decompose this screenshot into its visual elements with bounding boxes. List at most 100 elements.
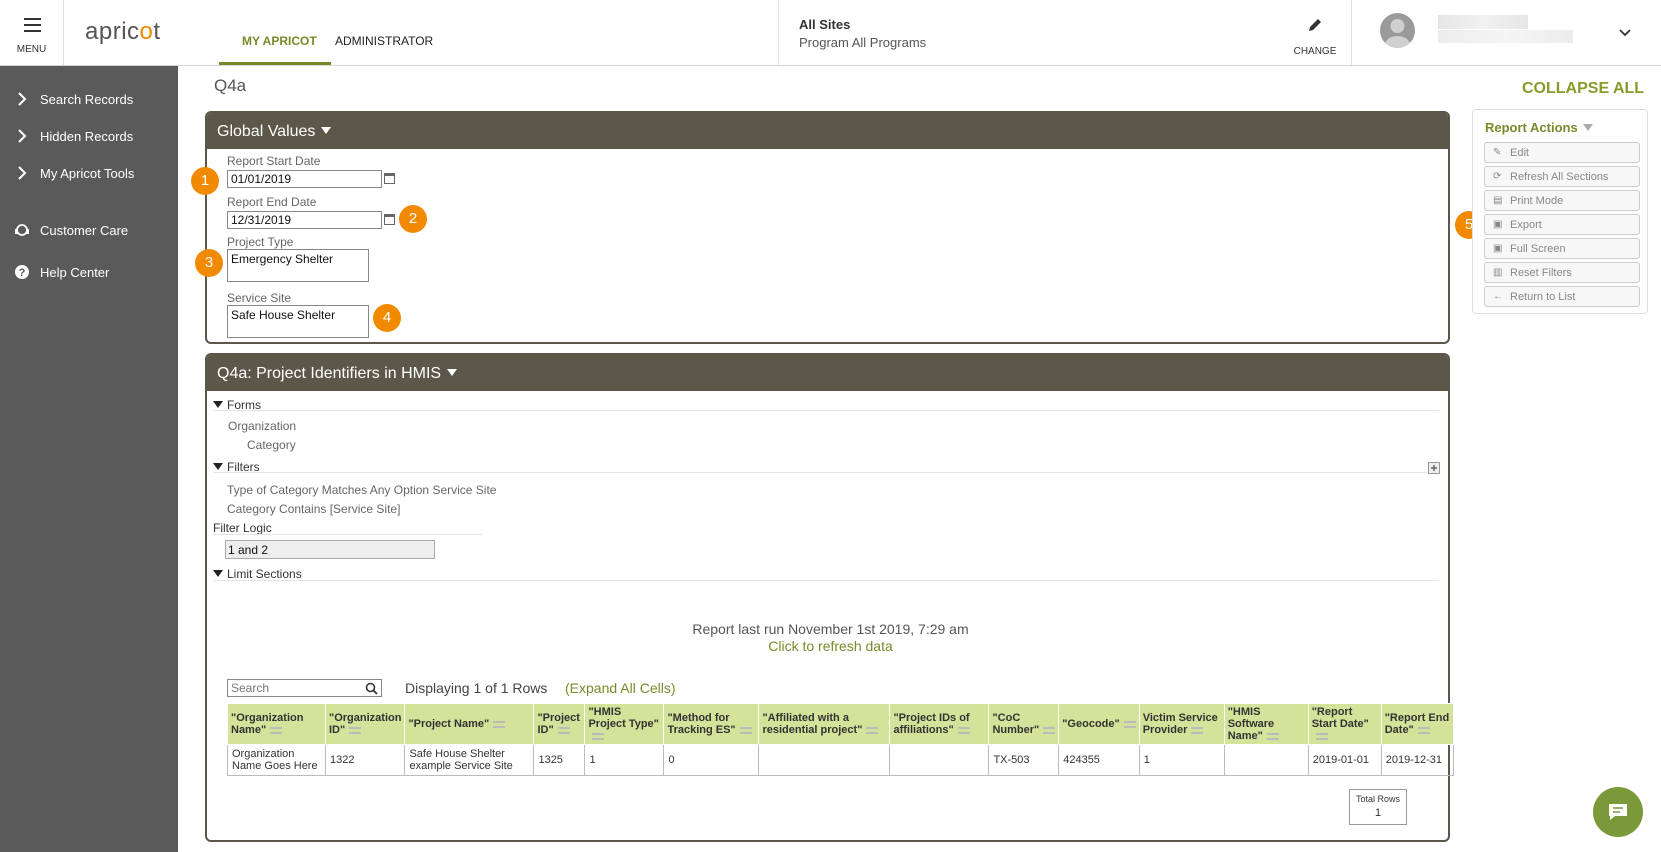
step-badge-1: 1	[191, 167, 219, 195]
step-badge-4: 4	[373, 304, 401, 332]
tab-my-apricot[interactable]: MY APRICOT	[242, 34, 317, 48]
back-arrow-icon: ←	[1493, 291, 1503, 302]
q4a-section-header[interactable]: Q4a: Project Identifiers in HMIS	[207, 355, 1448, 391]
column-header[interactable]: "Report End Date"	[1380, 703, 1454, 745]
column-header[interactable]: "Project ID"	[533, 703, 586, 745]
caret-down-icon	[321, 127, 332, 134]
forms-item-organization: Organization	[228, 419, 297, 433]
filter-logic-input[interactable]: 1 and 2	[225, 540, 435, 559]
site-program: Program All Programs	[799, 35, 927, 50]
avatar[interactable]	[1380, 13, 1415, 48]
sort-icon	[1043, 726, 1056, 734]
expand-all-cells-link[interactable]: (Expand All Cells)	[565, 680, 676, 696]
refresh-data-link[interactable]: Click to refresh data	[0, 638, 1661, 654]
column-header[interactable]: "Method for Tracking ES"	[663, 703, 760, 745]
chevron-down-icon[interactable]	[1618, 28, 1632, 38]
sort-icon	[1315, 732, 1328, 740]
calendar-icon[interactable]	[384, 214, 395, 225]
divider	[213, 472, 1439, 473]
user-name-redacted	[1438, 15, 1528, 29]
caret-down-icon	[213, 463, 223, 470]
page-title: Q4a	[214, 76, 247, 95]
menu-button[interactable]: MENU	[0, 0, 64, 66]
trash-icon: ▥	[1493, 267, 1503, 278]
report-last-run: Report last run November 1st 2019, 7:29 …	[692, 621, 969, 637]
search-icon[interactable]	[365, 682, 378, 695]
divider	[213, 580, 1439, 581]
table-cell	[889, 744, 990, 776]
full-screen-button[interactable]: ▣ Full Screen	[1484, 238, 1640, 259]
collapse-all-button[interactable]: COLLAPSE ALL	[1522, 80, 1644, 98]
refresh-icon: ⟳	[1493, 171, 1502, 182]
sort-icon	[592, 732, 605, 740]
table-cell: Safe House Shelter example Service Site	[404, 744, 535, 776]
global-values-header[interactable]: Global Values	[207, 113, 1448, 149]
table-header-row: "Organization Name" "Organization ID" "P…	[227, 703, 1454, 745]
table-cell: 1	[1138, 744, 1225, 776]
table-cell: Organization Name Goes Here	[227, 744, 326, 776]
hamburger-icon	[24, 18, 41, 32]
column-header[interactable]: "Project IDs of affiliations"	[889, 703, 990, 745]
project-type-label: Project Type	[227, 235, 294, 249]
edit-button[interactable]: ✎ Edit	[1484, 142, 1640, 163]
chevron-right-icon	[18, 166, 27, 180]
search-input[interactable]: Search	[227, 679, 382, 697]
column-header[interactable]: "Report Start Date"	[1307, 703, 1382, 745]
report-start-date-input[interactable]	[227, 170, 382, 188]
column-header[interactable]: "Affiliated with a residential project"	[758, 703, 891, 745]
active-tab-underline	[219, 62, 331, 65]
apricot-logo[interactable]: apricot	[85, 18, 161, 46]
sort-icon	[866, 726, 879, 734]
sidebar-item-label: Customer Care	[40, 223, 129, 238]
site-title: All Sites	[799, 17, 851, 32]
sidebar-item-hidden-records[interactable]: Hidden Records	[0, 125, 178, 149]
sidebar-item-label: My Apricot Tools	[40, 166, 135, 181]
limit-sections-toggle[interactable]: Limit Sections	[213, 567, 302, 581]
refresh-all-sections-button[interactable]: ⟳ Refresh All Sections	[1484, 166, 1640, 187]
column-header[interactable]: "HMIS Project Type"	[584, 703, 665, 745]
column-header[interactable]: "HMIS Software Name"	[1223, 703, 1309, 745]
project-type-field[interactable]: Emergency Shelter	[227, 249, 369, 282]
save-icon: ▣	[1493, 243, 1503, 254]
step-badge-2: 2	[399, 205, 427, 233]
sidebar-item-search-records[interactable]: Search Records	[0, 88, 178, 112]
sidebar: Search Records Hidden Records My Apricot…	[0, 66, 178, 852]
change-site-button[interactable]: CHANGE	[1279, 0, 1351, 66]
search-placeholder: Search	[231, 681, 270, 695]
forms-item-category: Category	[247, 438, 296, 452]
reset-filters-button[interactable]: ▥ Reset Filters	[1484, 262, 1640, 283]
print-mode-button[interactable]: ▤ Print Mode	[1484, 190, 1640, 211]
headset-icon	[15, 224, 29, 236]
column-header[interactable]: "Organization ID"	[324, 703, 406, 745]
return-to-list-button[interactable]: ← Return to List	[1484, 286, 1640, 307]
sidebar-item-help-center[interactable]: ? Help Center	[0, 261, 178, 285]
report-end-date-input[interactable]	[227, 211, 382, 229]
report-actions-title[interactable]: Report Actions	[1485, 120, 1593, 135]
report-end-date-label: Report End Date	[227, 195, 317, 209]
column-header[interactable]: "Project Name"	[404, 703, 535, 745]
sidebar-item-customer-care[interactable]: Customer Care	[0, 219, 178, 243]
calendar-icon[interactable]	[384, 173, 395, 184]
total-rows-value: 1	[1374, 807, 1382, 819]
table-cell: 0	[663, 744, 760, 776]
sort-icon	[739, 726, 752, 734]
sort-icon	[1123, 720, 1136, 728]
column-header[interactable]: "Geocode"	[1058, 703, 1140, 745]
site-selector: All Sites Program All Programs CHANGE	[778, 0, 1352, 66]
table-cell: TX-503	[988, 744, 1060, 776]
column-header[interactable]: "Organization Name"	[227, 703, 326, 745]
chevron-right-icon	[18, 129, 27, 143]
chat-button[interactable]	[1593, 787, 1643, 837]
expand-plus-icon[interactable]	[1428, 462, 1440, 474]
sort-icon	[557, 726, 570, 734]
sidebar-item-my-apricot-tools[interactable]: My Apricot Tools	[0, 162, 178, 186]
service-site-field[interactable]: Safe House Shelter	[227, 305, 369, 338]
tab-administrator[interactable]: ADMINISTRATOR	[335, 34, 433, 48]
column-header[interactable]: "CoC Number"	[988, 703, 1060, 745]
sort-icon	[1417, 726, 1430, 734]
service-site-label: Service Site	[227, 291, 292, 305]
column-header[interactable]: Victim Service Provider	[1138, 703, 1225, 745]
sidebar-item-label: Search Records	[40, 92, 134, 107]
table-cell: 2019-12-31	[1380, 744, 1454, 776]
export-button[interactable]: ▣ Export	[1484, 214, 1640, 235]
